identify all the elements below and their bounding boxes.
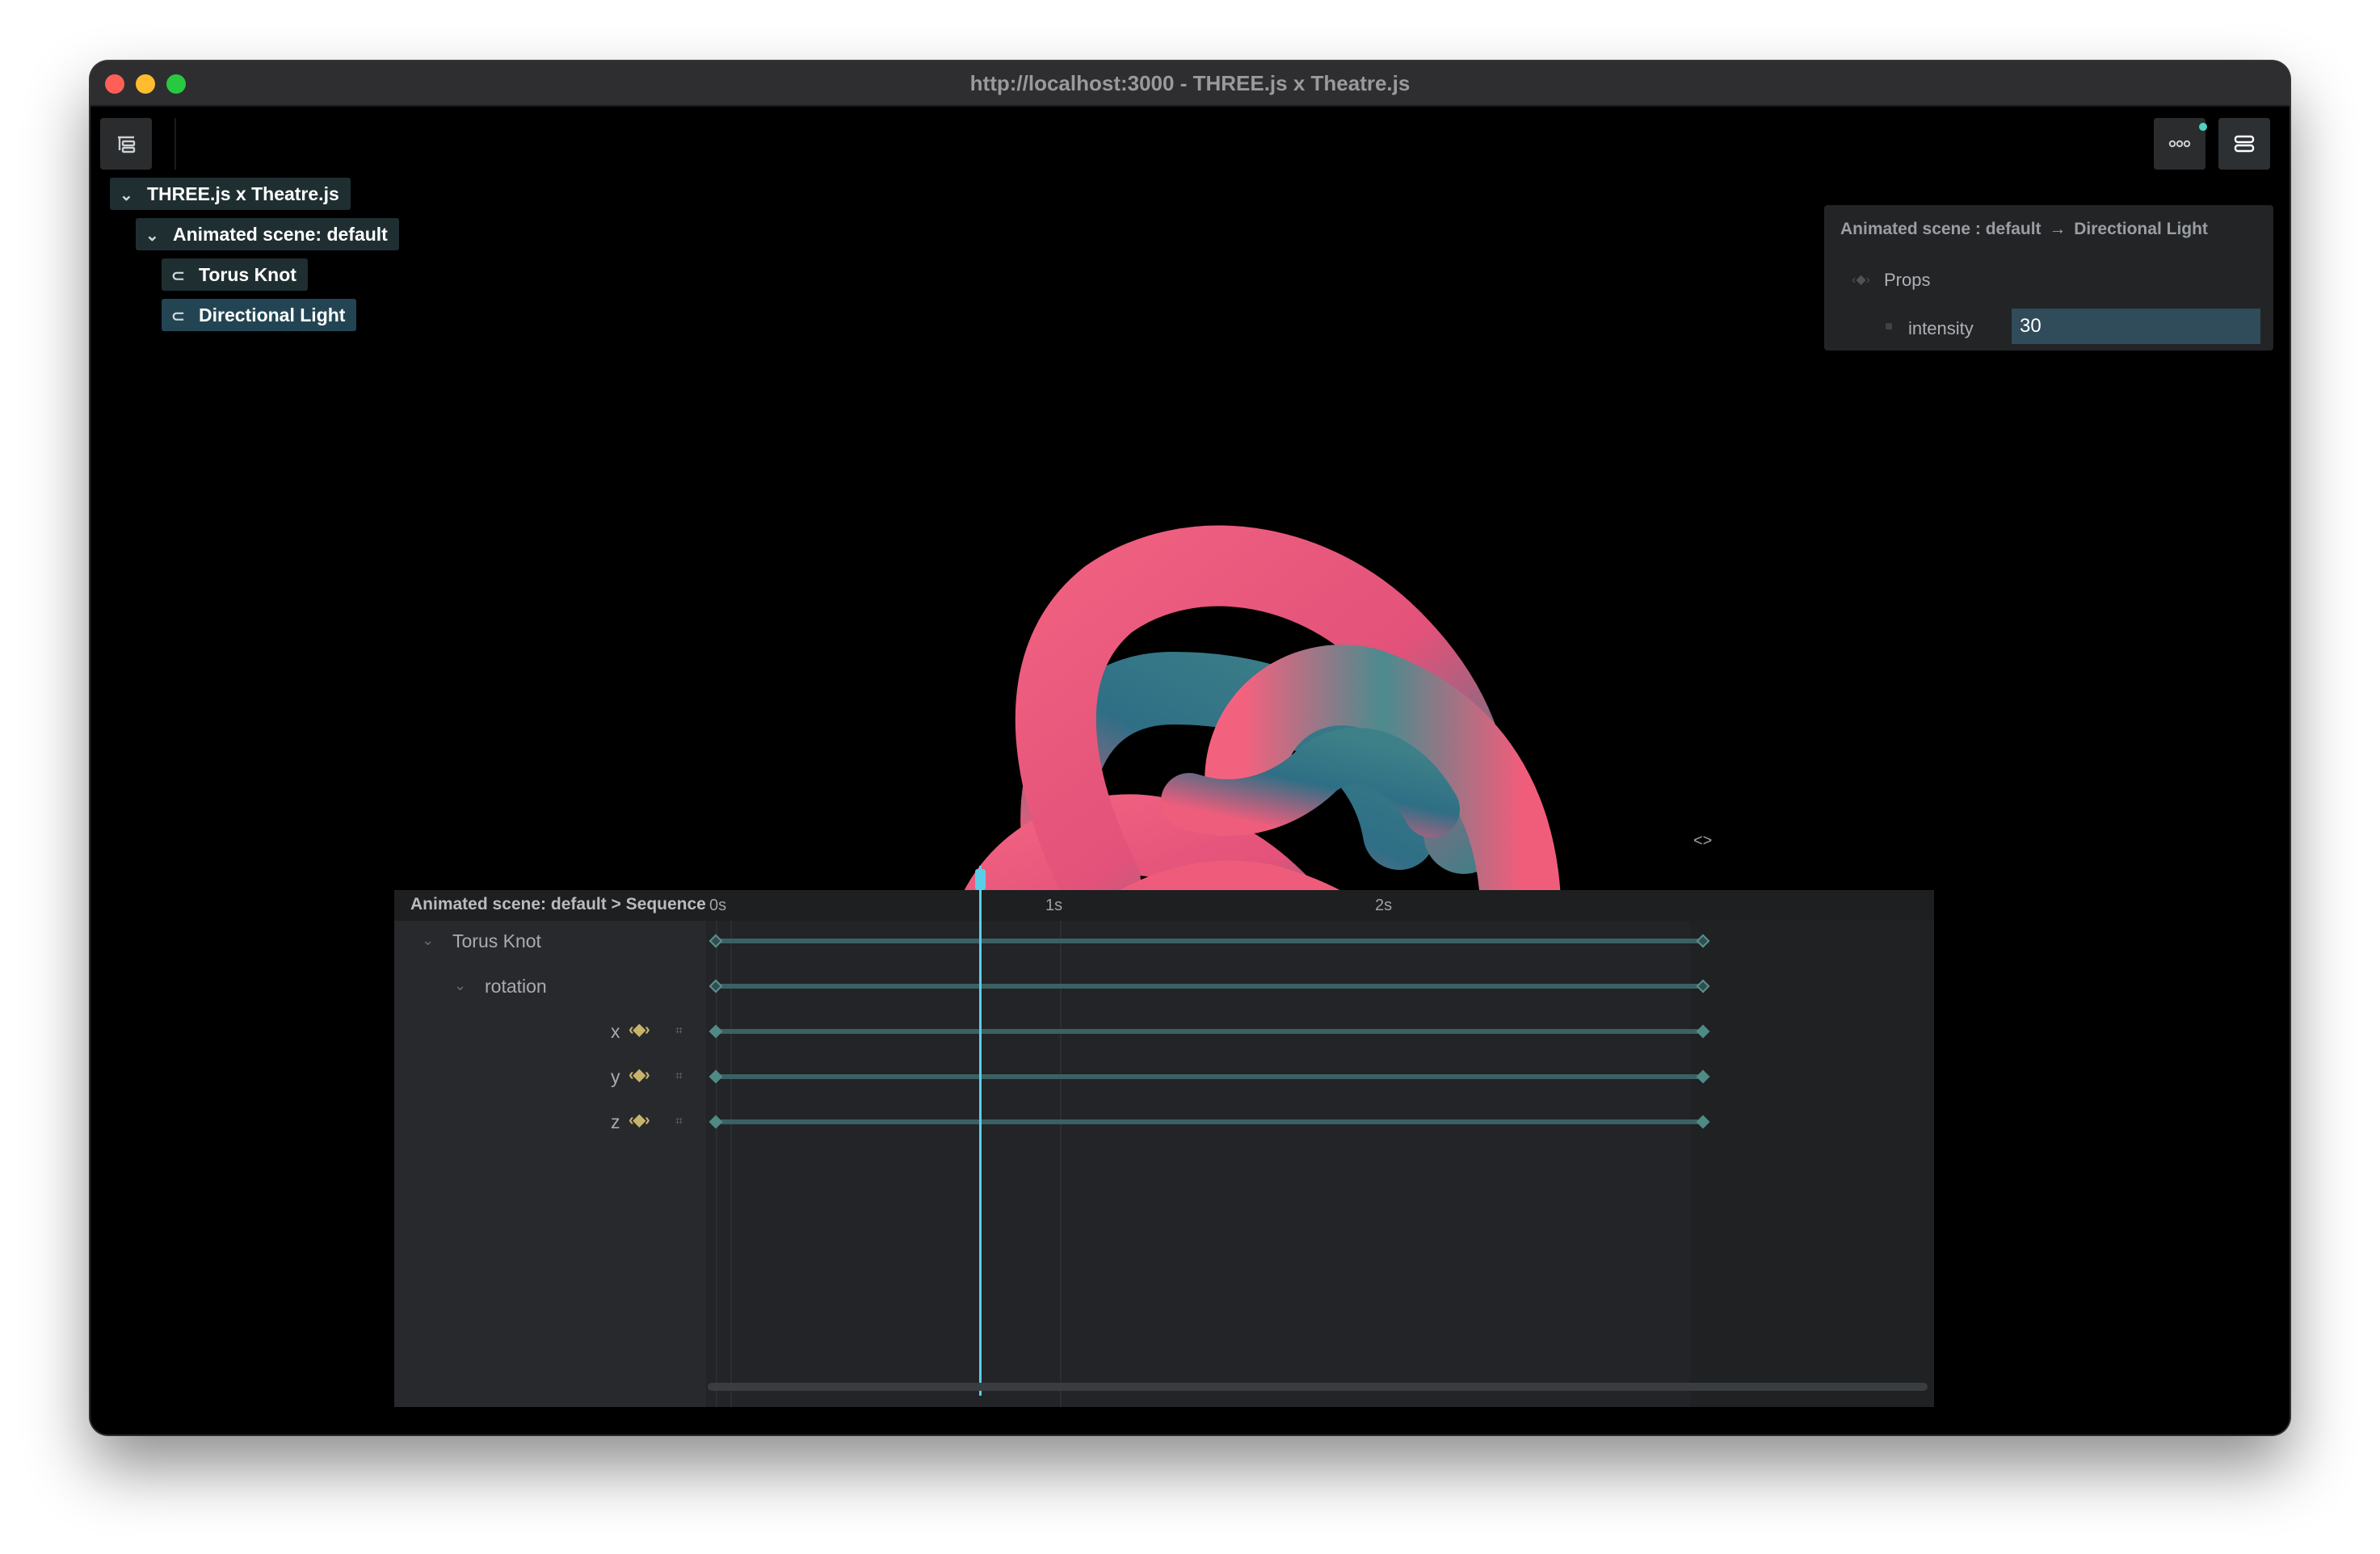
more-options-button[interactable]: [2154, 118, 2205, 170]
track-line-torus-knot[interactable]: [716, 939, 1703, 943]
outline-list-icon: [118, 136, 136, 153]
title-bar: http://localhost:3000 - THREE.js x Theat…: [90, 61, 2290, 107]
prop-indicator-icon[interactable]: [1886, 323, 1892, 330]
gridline-0s: [716, 921, 717, 1407]
outline-item-directional-light[interactable]: ⊂ Directional Light: [162, 299, 357, 331]
properties-panel-toggle-button[interactable]: [2218, 118, 2270, 170]
outline-item-torus-knot[interactable]: ⊂ Torus Knot: [162, 258, 308, 291]
track-label-torus-knot[interactable]: Torus Knot: [452, 930, 541, 952]
track-line-rotation[interactable]: [716, 984, 1703, 989]
track-line-x[interactable]: [716, 1029, 1703, 1034]
outline-item-label: Directional Light: [199, 304, 346, 326]
tick-label-1s: 1s: [1045, 897, 1063, 914]
object-icon: ⊂: [171, 308, 185, 326]
outline-item-label: Torus Knot: [199, 264, 296, 285]
graph-editor-icon[interactable]: ⌗: [675, 1115, 683, 1129]
more-horizontal-icon: [2168, 140, 2191, 148]
keyframe-nav-icon[interactable]: ‹◆›: [629, 1110, 650, 1130]
timeline-breadcrumb: Animated scene: default > Sequence: [410, 895, 706, 914]
details-panel: Animated scene : default → Directional L…: [1824, 205, 2273, 351]
props-group-label[interactable]: Props: [1884, 270, 1930, 291]
breadcrumb-arrow-icon: →: [2049, 220, 2067, 238]
track-label-y[interactable]: y: [611, 1066, 620, 1088]
track-line-z[interactable]: [716, 1119, 1703, 1124]
chevron-down-icon[interactable]: ⌄: [145, 220, 173, 252]
breadcrumb-parent[interactable]: Animated scene : default: [1840, 220, 2042, 238]
properties-panel-icon: [2234, 135, 2255, 153]
browser-window: http://localhost:3000 - THREE.js x Theat…: [90, 61, 2290, 1434]
notification-dot: [2199, 123, 2207, 131]
track-label-z[interactable]: z: [611, 1111, 620, 1133]
chevron-down-icon[interactable]: ⌄: [120, 179, 147, 212]
tick-label-0s: 0s: [709, 897, 727, 914]
breadcrumb: Animated scene : default → Directional L…: [1840, 220, 2208, 239]
playhead[interactable]: [979, 866, 982, 1396]
outline-toggle-button[interactable]: [100, 118, 152, 170]
track-line-y[interactable]: [716, 1074, 1703, 1079]
object-icon: ⊂: [171, 267, 185, 285]
chevron-down-icon[interactable]: ⌄: [454, 977, 466, 994]
tick-label-2s: 2s: [1375, 897, 1393, 914]
sequence-editor: Animated scene: default > Sequence 0s 1s…: [394, 890, 1934, 1407]
breadcrumb-child[interactable]: Directional Light: [2074, 220, 2208, 238]
intensity-input[interactable]: [2012, 309, 2260, 344]
graph-editor-icon[interactable]: ⌗: [675, 1069, 683, 1084]
sequence-length-handle[interactable]: <>: [1693, 832, 1712, 850]
timeline-horizontal-scrollbar[interactable]: [708, 1383, 1928, 1391]
outline-item-label: Animated scene: default: [173, 224, 388, 245]
gridline-1s: [730, 921, 732, 1407]
sequence-end-region: [1690, 921, 1934, 1407]
outline-item-label: THREE.js x Theatre.js: [147, 183, 339, 204]
window-title: http://localhost:3000 - THREE.js x Theat…: [969, 71, 1411, 95]
graph-editor-icon[interactable]: ⌗: [675, 1024, 683, 1039]
keyframe-nav-icon[interactable]: ‹◆›: [629, 1019, 650, 1040]
track-label-rotation[interactable]: rotation: [485, 976, 547, 998]
keyframe-nav-icon[interactable]: ‹◆›: [629, 1065, 650, 1085]
prop-label-intensity: intensity: [1908, 318, 1974, 338]
playhead-handle[interactable]: [975, 869, 986, 890]
sequence-toggle-icon[interactable]: ‹◆›: [1852, 271, 1870, 288]
outline-item-sheet[interactable]: ⌄ Animated scene: default: [136, 218, 399, 250]
outline-item-project[interactable]: ⌄ THREE.js x Theatre.js: [110, 178, 351, 210]
track-label-x[interactable]: x: [611, 1021, 620, 1043]
gridline-2s: [1060, 921, 1062, 1407]
timeline-tree-panel: [394, 890, 706, 1407]
toolbar-separator: [175, 118, 176, 170]
chevron-down-icon[interactable]: ⌄: [422, 932, 434, 949]
